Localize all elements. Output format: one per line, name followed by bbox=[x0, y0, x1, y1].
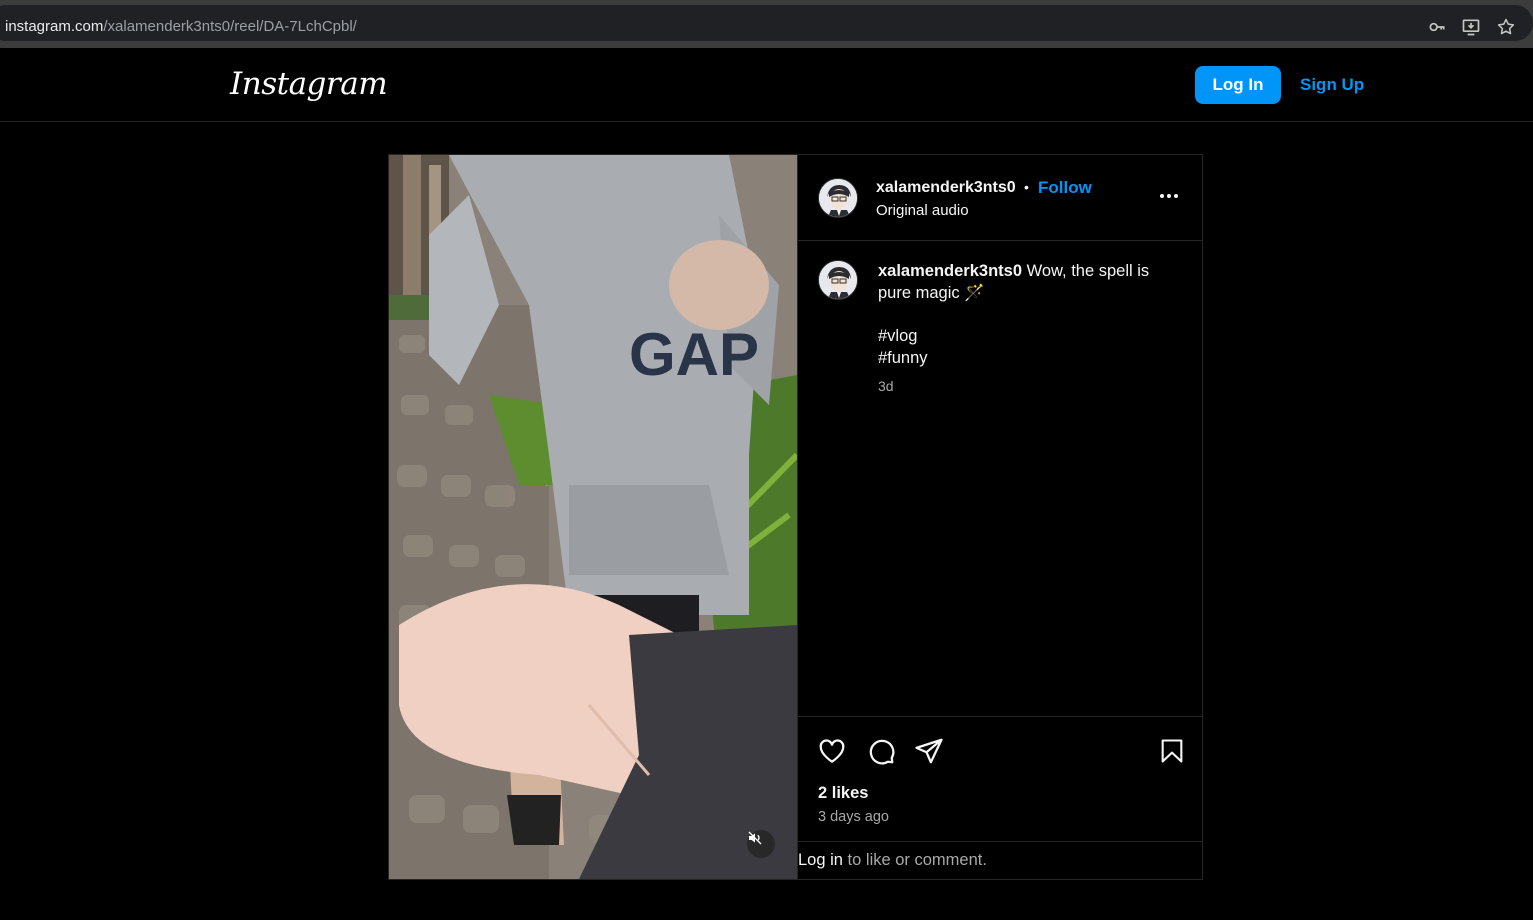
avatar-image bbox=[819, 179, 857, 217]
svg-text:GAP: GAP bbox=[629, 321, 759, 388]
install-app-icon[interactable] bbox=[1460, 16, 1482, 38]
avatar-image bbox=[819, 261, 857, 299]
caption-emoji: 🪄 bbox=[964, 284, 985, 302]
instagram-header: Instagram Log In Sign Up bbox=[0, 48, 1533, 122]
follow-button[interactable]: Follow bbox=[1038, 178, 1092, 198]
reel-video[interactable]: GAP bbox=[389, 155, 797, 879]
url-path: /xalamenderk3nts0/reel/DA-7LchCpbl/ bbox=[103, 18, 357, 35]
action-bar: 2 likes 3 days ago bbox=[798, 716, 1203, 842]
separator-dot: • bbox=[1024, 179, 1029, 195]
avatar[interactable] bbox=[818, 178, 858, 218]
post-header: xalamenderk3nts0 • Follow Original audio bbox=[798, 155, 1203, 241]
share-button[interactable] bbox=[912, 734, 946, 768]
login-prompt: Log in to like or comment. bbox=[798, 851, 987, 870]
bookmark-star-icon[interactable] bbox=[1495, 16, 1517, 38]
login-link[interactable]: Log in bbox=[798, 851, 843, 869]
comment-icon bbox=[869, 739, 895, 765]
hashtag-link[interactable]: #funny bbox=[878, 348, 928, 370]
like-button[interactable] bbox=[815, 734, 849, 768]
bookmark-icon bbox=[1161, 739, 1183, 763]
login-prompt-text: to like or comment. bbox=[842, 851, 987, 869]
more-options-button[interactable] bbox=[1156, 183, 1182, 209]
caption-timestamp: 3d bbox=[878, 378, 894, 394]
signup-link[interactable]: Sign Up bbox=[1300, 75, 1364, 95]
browser-toolbar: instagram.com/xalamenderk3nts0/reel/DA-7… bbox=[0, 0, 1533, 48]
key-icon[interactable] bbox=[1426, 16, 1448, 38]
heart-icon bbox=[819, 739, 845, 763]
mute-button[interactable] bbox=[747, 830, 775, 858]
video-frame: GAP bbox=[389, 155, 797, 879]
hashtag-link[interactable]: #vlog bbox=[878, 326, 928, 348]
post-sidebar: xalamenderk3nts0 • Follow Original audio bbox=[797, 155, 1203, 879]
save-button[interactable] bbox=[1155, 734, 1189, 768]
post-caption: xalamenderk3nts0 Wow, the spell is pure … bbox=[878, 260, 1178, 304]
send-icon bbox=[915, 738, 943, 764]
url-host: instagram.com bbox=[5, 18, 104, 35]
more-horizontal-icon bbox=[1160, 194, 1178, 198]
caption-avatar[interactable] bbox=[818, 260, 858, 300]
speaker-muted-icon bbox=[748, 831, 762, 845]
audio-link[interactable]: Original audio bbox=[876, 202, 969, 219]
likes-count[interactable]: 2 likes bbox=[818, 784, 868, 803]
comment-button[interactable] bbox=[864, 734, 898, 768]
post-username[interactable]: xalamenderk3nts0 bbox=[876, 179, 1016, 197]
instagram-logo[interactable]: Instagram bbox=[230, 66, 388, 102]
url-text[interactable]: instagram.com/xalamenderk3nts0/reel/DA-7… bbox=[5, 18, 357, 35]
caption-username[interactable]: xalamenderk3nts0 bbox=[878, 262, 1022, 280]
post-timestamp: 3 days ago bbox=[818, 809, 889, 825]
address-bar[interactable]: instagram.com/xalamenderk3nts0/reel/DA-7… bbox=[0, 5, 1533, 41]
hashtag-list: #vlog #funny bbox=[878, 326, 928, 369]
login-button[interactable]: Log In bbox=[1195, 66, 1281, 104]
reel-post: GAP xalamenderk3nts0 • Follow Original a… bbox=[388, 154, 1203, 880]
